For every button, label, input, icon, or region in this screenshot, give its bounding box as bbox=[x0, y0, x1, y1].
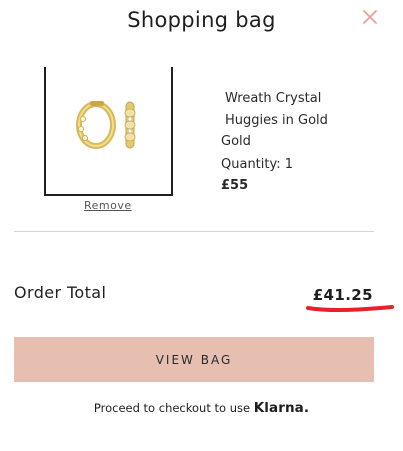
panel-title: Shopping bag bbox=[127, 8, 276, 32]
order-total-label: Order Total bbox=[14, 283, 107, 302]
item-quantity: Quantity: 1 bbox=[221, 156, 294, 172]
red-underline-annotation bbox=[306, 305, 394, 313]
close-icon bbox=[363, 10, 377, 24]
view-bag-button[interactable]: VIEW BAG bbox=[14, 337, 374, 382]
klarna-checkout-note: Proceed to checkout to use Klarna. bbox=[0, 400, 403, 416]
close-button[interactable] bbox=[361, 8, 379, 26]
product-image[interactable] bbox=[44, 67, 173, 196]
remove-link[interactable]: Remove bbox=[84, 199, 132, 212]
item-name-line1[interactable]: Wreath Crystal bbox=[221, 88, 371, 110]
item-name-line2[interactable]: Huggies in Gold bbox=[221, 110, 371, 132]
item-price: £55 bbox=[221, 178, 249, 193]
gold-huggie-earrings-image bbox=[76, 101, 136, 149]
checkout-note-text: Proceed to checkout to use bbox=[93, 401, 251, 415]
klarna-logo: Klarna. bbox=[253, 400, 310, 416]
item-variant: Gold bbox=[221, 134, 251, 149]
item-details: Wreath Crystal Huggies in Gold Gold Quan… bbox=[221, 88, 371, 197]
divider bbox=[14, 231, 374, 232]
